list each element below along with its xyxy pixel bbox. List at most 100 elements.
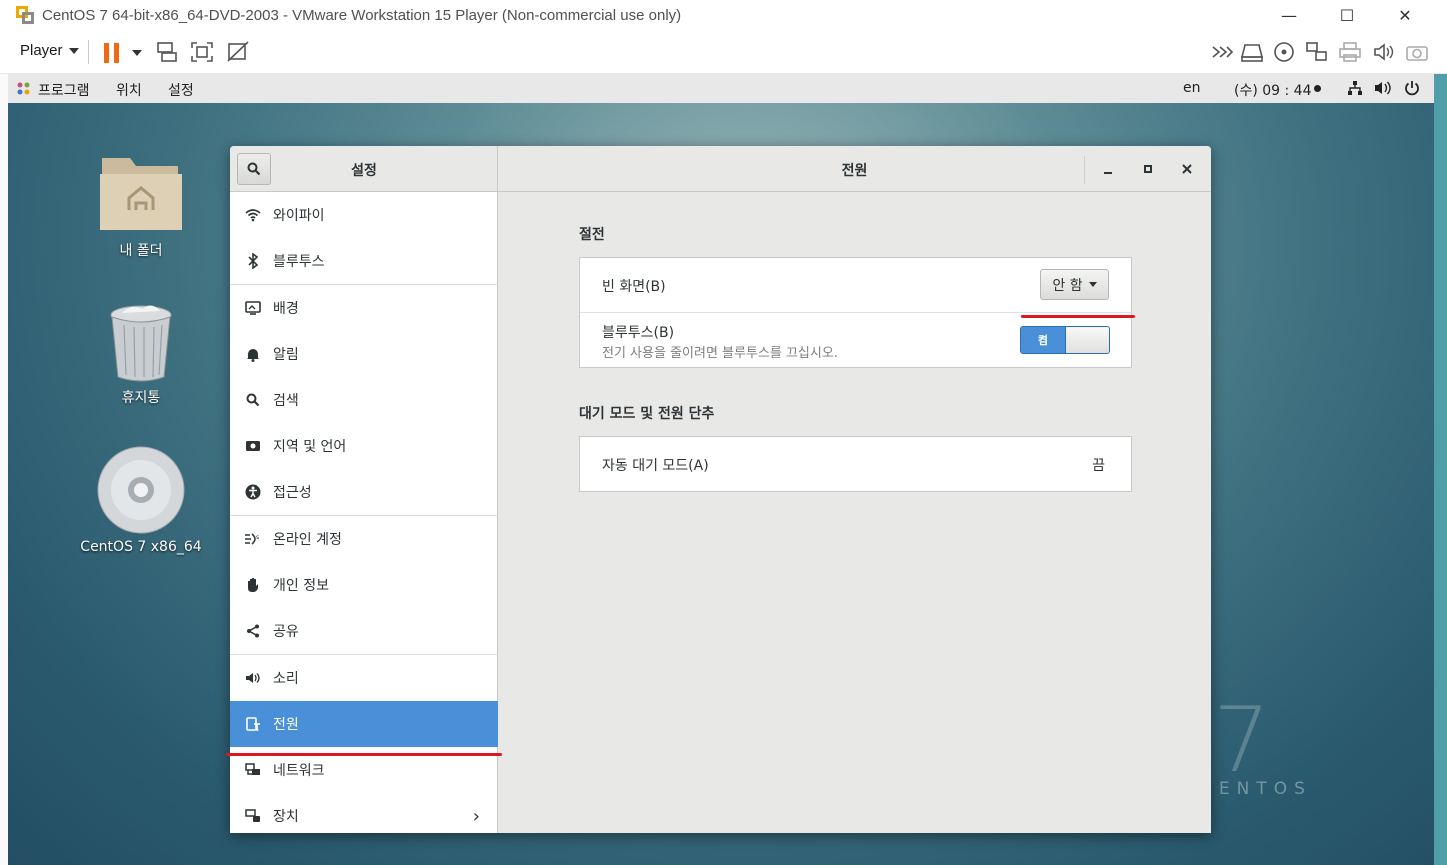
minimize-icon (1104, 172, 1112, 174)
power-menu-icon[interactable] (1404, 80, 1420, 96)
sound-card-icon[interactable] (1372, 41, 1396, 63)
sidebar-item-label: 온라인 계정 (273, 532, 342, 548)
power-saving-frame: 빈 화면(B) 안 함 블루투스(B) 전기 사용을 줄이려면 블루투스를 끄십… (579, 257, 1132, 368)
sidebar-item-label: 전원 (273, 717, 299, 733)
trash-icon (110, 305, 172, 382)
bluetooth-label: 블루투스(B) (602, 325, 675, 341)
network-adapter-icon[interactable] (1305, 41, 1329, 63)
sidebar-item-region[interactable]: 지역 및 언어 (230, 423, 498, 469)
window-left-border (0, 74, 8, 865)
printer-icon[interactable] (1338, 41, 1362, 63)
maximize-button[interactable] (1138, 159, 1158, 179)
blank-screen-label: 빈 화면(B) (602, 279, 666, 295)
maximize-button[interactable]: ☐ (1318, 0, 1376, 30)
toolbar-divider (88, 40, 89, 64)
gnome-foot-icon (17, 82, 30, 95)
section-title-suspend: 대기 모드 및 전원 단추 (579, 406, 715, 422)
sidebar-item-label: 배경 (273, 301, 299, 317)
desktop-icon-home[interactable]: 내 폴더 (76, 148, 206, 260)
clock[interactable]: (수) 09 : 44 (1234, 80, 1312, 100)
cd-drive-icon[interactable] (1272, 41, 1296, 63)
player-menu-button[interactable]: Player (20, 42, 79, 59)
sidebar-item-privacy[interactable]: 개인 정보 (230, 562, 498, 608)
vmware-titlebar: CentOS 7 64-bit-x86_64-DVD-2003 - VMware… (0, 0, 1447, 30)
volume-icon[interactable] (1374, 80, 1392, 96)
skip-forward-icon[interactable] (1210, 41, 1234, 63)
chevron-down-icon (68, 47, 79, 54)
network-wired-icon[interactable] (1347, 80, 1363, 96)
sidebar-item-background[interactable]: 배경 (230, 285, 498, 331)
notification-bell-icon (243, 344, 263, 364)
sidebar-item-notifications[interactable]: 알림 (230, 331, 498, 377)
centos-brand-numeral: 7 (1213, 688, 1271, 793)
header-divider (1084, 156, 1085, 184)
settings-sidebar: 와이파이 블루투스 배경 알림 검색 지역 및 언어 접근성 s 온라인 계정 … (230, 192, 498, 833)
power-panel: 절전 빈 화면(B) 안 함 블루투스(B) 전기 사용을 줄이려면 블루투스를… (499, 193, 1211, 833)
suspend-frame: 자동 대기 모드(A) 끔 (579, 436, 1132, 492)
auto-suspend-row[interactable]: 자동 대기 모드(A) 끔 (580, 437, 1131, 491)
maximize-icon (1144, 165, 1152, 173)
bluetooth-toggle[interactable]: 켬 (1020, 326, 1110, 354)
sidebar-item-online-accounts[interactable]: s 온라인 계정 (230, 516, 498, 562)
svg-text:s: s (256, 534, 259, 541)
hard-disk-icon[interactable] (1240, 41, 1264, 63)
sidebar-title: 설정 (351, 163, 377, 179)
close-button[interactable]: ✕ (1376, 0, 1434, 30)
sidebar-item-label: 와이파이 (273, 208, 325, 224)
vmware-logo-icon (14, 4, 36, 26)
pause-dropdown-icon[interactable] (132, 50, 142, 56)
region-camera-icon (243, 436, 263, 456)
input-language[interactable]: en (1183, 80, 1201, 96)
menu-places[interactable]: 위치 (116, 80, 142, 100)
player-menu-label: Player (20, 42, 63, 59)
centos-brand-word: CENTOS (1200, 779, 1312, 799)
unity-mode-icon[interactable] (226, 41, 250, 63)
close-button[interactable] (1177, 159, 1197, 179)
sidebar-item-wifi[interactable]: 와이파이 (230, 192, 498, 238)
blank-screen-dropdown[interactable]: 안 함 (1040, 269, 1109, 300)
toggle-on-label: 켬 (1021, 327, 1065, 353)
blank-screen-row: 빈 화면(B) 안 함 (580, 258, 1131, 312)
desktop-icon-label: CentOS 7 x86_64 (80, 539, 202, 555)
sidebar-item-power[interactable]: 전원 (230, 701, 498, 747)
sidebar-item-label: 네트워크 (273, 763, 325, 779)
accessibility-icon (243, 482, 263, 502)
annotation-underline-dropdown (1021, 315, 1135, 318)
desktop-icon-dvd[interactable]: CentOS 7 x86_64 (76, 445, 206, 555)
desktop-icon-trash[interactable]: 휴지통 (76, 301, 206, 407)
fullscreen-icon[interactable] (190, 41, 214, 63)
sidebar-item-label: 검색 (273, 393, 299, 409)
menu-settings[interactable]: 설정 (168, 80, 194, 100)
dvd-icon (97, 446, 185, 534)
online-accounts-icon: s (243, 529, 263, 549)
minimize-button[interactable] (1098, 159, 1118, 179)
send-ctrl-alt-del-icon[interactable] (155, 41, 179, 63)
sidebar-item-label: 소리 (273, 671, 299, 687)
share-icon (243, 621, 263, 641)
toggle-knob (1064, 327, 1109, 353)
sidebar-item-accessibility[interactable]: 접근성 (230, 469, 498, 515)
background-icon (243, 298, 263, 318)
section-title-power-saving: 절전 (579, 227, 605, 243)
sidebar-item-label: 알림 (273, 347, 299, 363)
minimize-button[interactable]: — (1260, 0, 1318, 30)
sidebar-item-bluetooth[interactable]: 블루투스 (230, 238, 498, 284)
menu-programs[interactable]: 프로그램 (38, 80, 90, 100)
sidebar-item-search[interactable]: 검색 (230, 377, 498, 423)
host-desktop-edge (1434, 74, 1447, 865)
privacy-hand-icon (243, 575, 263, 595)
home-folder-icon (100, 158, 182, 230)
sidebar-item-sharing[interactable]: 공유 (230, 608, 498, 654)
sidebar-item-devices[interactable]: 장치 › (230, 793, 498, 833)
pause-button[interactable] (104, 43, 120, 63)
speaker-icon (243, 668, 263, 688)
window-title: CentOS 7 64-bit-x86_64-DVD-2003 - VMware… (42, 6, 682, 24)
notification-dot-icon (1314, 85, 1321, 92)
desktop-icon-label: 휴지통 (121, 390, 161, 406)
vmware-toolbar: Player (0, 30, 1447, 74)
sidebar-item-label: 블루투스 (273, 254, 325, 270)
search-icon (243, 390, 263, 410)
sidebar-item-sound[interactable]: 소리 (230, 655, 498, 701)
sidebar-item-label: 개인 정보 (273, 578, 329, 594)
camera-icon[interactable] (1405, 41, 1429, 63)
